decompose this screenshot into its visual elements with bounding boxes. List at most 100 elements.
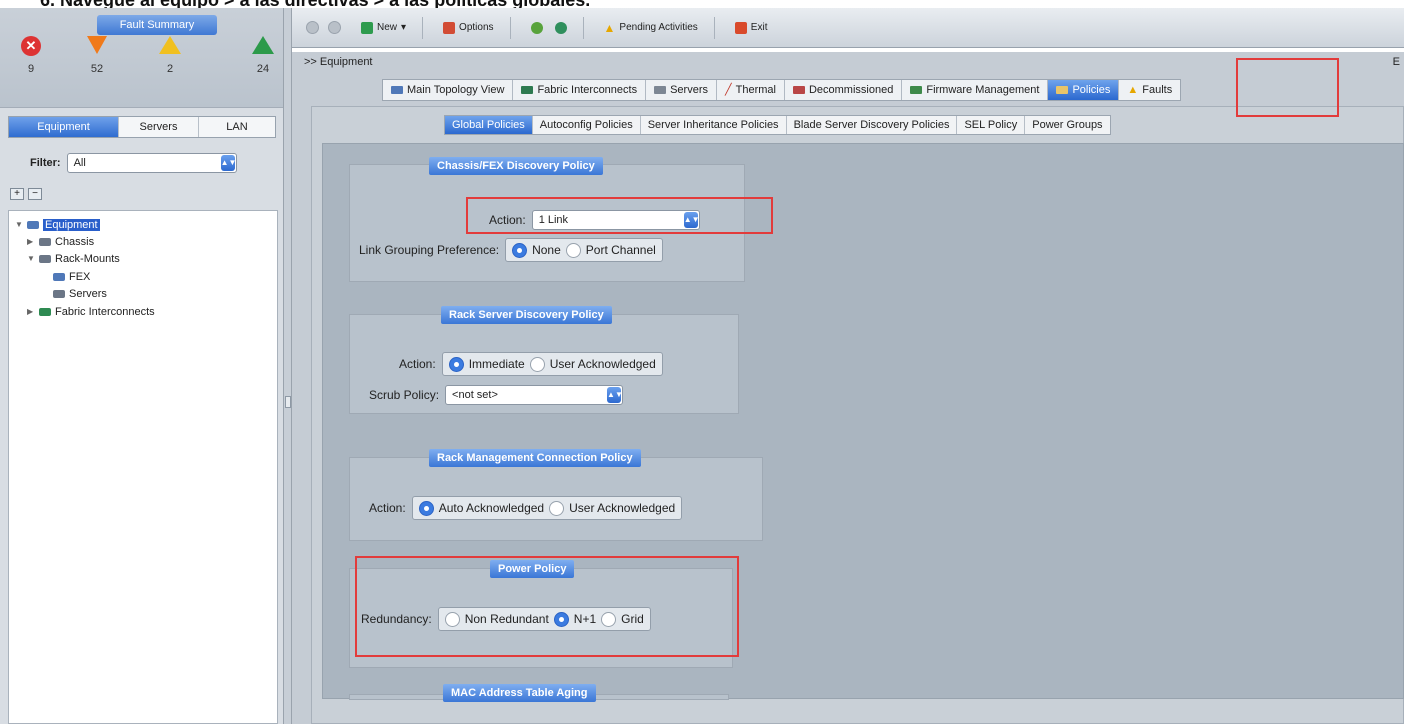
expanded-arrow-icon: ▼ — [15, 220, 23, 229]
warning-icon — [252, 36, 274, 54]
radio-non-redundant[interactable] — [444, 611, 460, 627]
policy-subtabs: Global Policies Autoconfig Policies Serv… — [444, 115, 1111, 135]
tab-equipment[interactable]: Equipment — [9, 117, 119, 137]
rack-action-label: Action: — [399, 357, 436, 371]
radio-user-acknowledged-label: User Acknowledged — [549, 357, 656, 371]
tree-item-equipment[interactable]: ▼ Equipment — [15, 217, 100, 232]
back-icon[interactable] — [306, 21, 319, 34]
server-icon — [53, 289, 65, 298]
fault-warning-count: 24 — [256, 63, 270, 75]
fault-major[interactable]: 52 — [82, 36, 112, 75]
rack-management-row: Action: Auto Acknowledged User Acknowled… — [369, 496, 683, 520]
tab-autoconfig-policies[interactable]: Autoconfig Policies — [533, 116, 641, 134]
radio-none[interactable] — [512, 242, 528, 258]
tab-label: Firmware Management — [926, 84, 1040, 96]
select-arrows-icon: ▲▼ — [683, 212, 700, 228]
toolbar-separator — [509, 16, 511, 39]
tab-fabric-interconnects[interactable]: Fabric Interconnects — [513, 80, 647, 100]
filter-select[interactable]: All ▲▼ — [66, 153, 237, 173]
collapse-all-icon[interactable]: − — [28, 188, 42, 200]
equipment-tree: ▼ Equipment ▶ Chassis ▼ Rack-Mounts FEX … — [8, 210, 278, 724]
tab-label: Fabric Interconnects — [537, 84, 638, 96]
fault-warning[interactable]: 24 — [248, 36, 278, 75]
tab-label: Main Topology View — [407, 84, 505, 96]
options-button[interactable]: Options — [437, 19, 499, 37]
radio-port-channel[interactable] — [565, 242, 581, 258]
scrub-policy-select[interactable]: <not set> ▲▼ — [445, 385, 624, 405]
radio-grid-label: Grid — [621, 612, 644, 626]
decommissioned-icon — [792, 86, 805, 94]
tree-item-chassis[interactable]: ▶ Chassis — [27, 234, 94, 249]
panel-splitter[interactable] — [284, 8, 292, 724]
radio-auto-acknowledged-label: Auto Acknowledged — [438, 501, 545, 515]
tree-item-label: Chassis — [55, 235, 95, 248]
chassis-action-select[interactable]: 1 Link ▲▼ — [531, 210, 700, 230]
tab-policies[interactable]: Policies — [1048, 80, 1120, 100]
radio-user-acknowledged[interactable] — [549, 500, 565, 516]
toolbar-separator — [422, 16, 424, 39]
radio-user-acknowledged-label: User Acknowledged — [569, 501, 676, 515]
new-button[interactable]: New ▾ — [355, 19, 412, 37]
tab-faults[interactable]: ▲ Faults — [1119, 80, 1180, 100]
tab-lan[interactable]: LAN — [199, 117, 275, 137]
fault-critical[interactable]: ✕ 9 — [16, 36, 46, 75]
pending-warning-icon: ▲ — [603, 20, 616, 35]
expand-all-icon[interactable]: + — [10, 188, 24, 200]
radio-n-plus-1[interactable] — [553, 611, 569, 627]
tab-firmware-management[interactable]: Firmware Management — [902, 80, 1049, 100]
toolbar-separator — [713, 16, 715, 39]
server-icon — [654, 86, 667, 94]
redundancy-radios: Non Redundant N+1 Grid — [437, 607, 651, 631]
tab-global-policies[interactable]: Global Policies — [445, 116, 533, 134]
fault-major-count: 52 — [90, 63, 104, 75]
tree-item-label: Rack-Mounts — [55, 252, 120, 265]
tab-servers[interactable]: Servers — [119, 117, 199, 137]
tab-decommissioned[interactable]: Decommissioned — [785, 80, 903, 100]
help-button[interactable] — [525, 19, 549, 37]
toolbar-separator — [582, 16, 584, 39]
thermometer-icon: ╱ — [725, 84, 732, 96]
toolbar: New ▾ Options ▲ Pending Activities Exit — [292, 8, 1404, 48]
tab-power-groups[interactable]: Power Groups — [1025, 116, 1109, 134]
rack-management-action-label: Action: — [369, 501, 406, 515]
collapsed-arrow-icon: ▶ — [27, 307, 34, 316]
tab-servers[interactable]: Servers — [646, 80, 717, 100]
chassis-action-row: Action: 1 Link ▲▼ — [489, 210, 700, 230]
minor-icon — [159, 36, 181, 54]
tab-blade-server-discovery-policies[interactable]: Blade Server Discovery Policies — [787, 116, 958, 134]
tree-item-fabric-interconnects[interactable]: ▶ Fabric Interconnects — [27, 304, 155, 319]
radio-auto-acknowledged[interactable] — [418, 500, 434, 516]
chassis-action-value: 1 Link — [538, 214, 569, 226]
tab-label: Thermal — [735, 84, 776, 96]
breadcrumb[interactable]: >> Equipment — [304, 56, 373, 68]
pending-activities-label: Pending Activities — [619, 22, 698, 33]
tab-thermal[interactable]: ╱ Thermal — [717, 80, 785, 100]
rack-management-title: Rack Management Connection Policy — [429, 449, 641, 467]
radio-user-acknowledged[interactable] — [529, 356, 545, 372]
tree-item-fex[interactable]: FEX — [53, 269, 90, 284]
exit-button[interactable]: Exit — [729, 19, 774, 37]
forward-icon[interactable] — [328, 21, 341, 34]
tab-server-inheritance-policies[interactable]: Server Inheritance Policies — [641, 116, 787, 134]
breadcrumb-overflow: E — [1392, 56, 1400, 68]
filter-label: Filter: — [30, 157, 61, 169]
scrub-policy-row: Scrub Policy: <not set> ▲▼ — [369, 385, 624, 405]
splitter-grip[interactable] — [285, 396, 291, 408]
chassis-icon — [39, 237, 51, 246]
radio-immediate[interactable] — [448, 356, 464, 372]
link-grouping-radios: None Port Channel — [505, 238, 663, 262]
fabric-interconnect-icon — [39, 307, 51, 316]
info-button[interactable] — [549, 19, 573, 37]
tab-main-topology-view[interactable]: Main Topology View — [383, 80, 514, 100]
fault-minor[interactable]: 2 — [155, 36, 185, 75]
equipment-icon — [27, 220, 39, 229]
tree-item-rack-mounts[interactable]: ▼ Rack-Mounts — [27, 251, 120, 266]
tab-sel-policy[interactable]: SEL Policy — [957, 116, 1026, 134]
pending-activities-button[interactable]: ▲ Pending Activities — [598, 18, 704, 38]
rack-action-radios: Immediate User Acknowledged — [441, 352, 663, 376]
rack-action-row: Action: Immediate User Acknowledged — [399, 352, 663, 376]
radio-grid[interactable] — [601, 611, 617, 627]
content-area: >> Equipment E Main Topology View Fabric… — [292, 52, 1404, 724]
tree-item-servers[interactable]: Servers — [53, 286, 107, 301]
radio-port-channel-label: Port Channel — [585, 243, 656, 257]
